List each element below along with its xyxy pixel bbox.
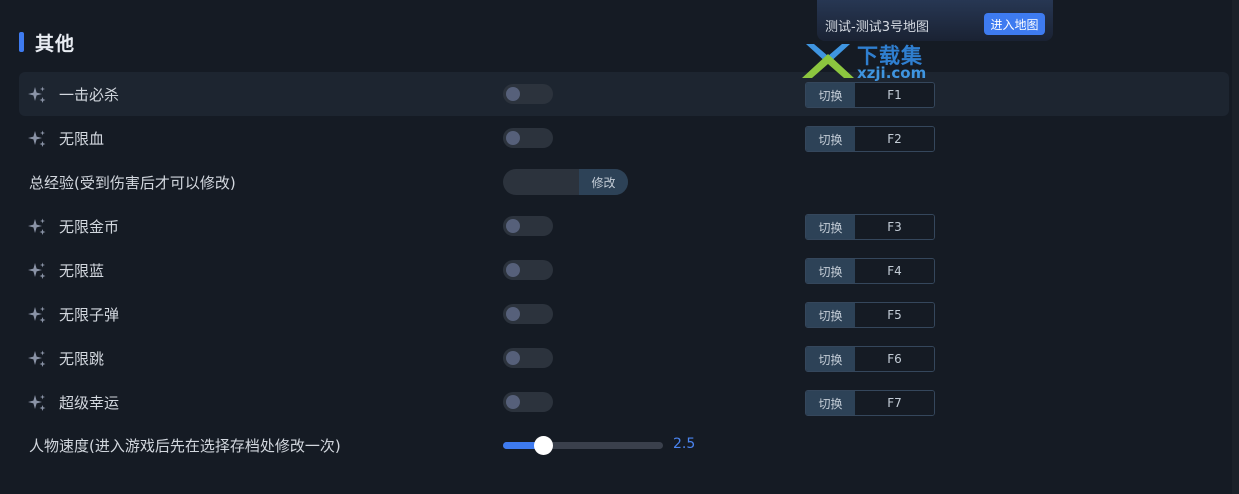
toggle-switch[interactable] — [503, 348, 553, 368]
hotkey-action-button[interactable]: 切换 — [806, 259, 855, 283]
cheat-label: 无限子弹 — [59, 305, 120, 324]
hotkey-action-button[interactable]: 切换 — [806, 215, 855, 239]
toggle-knob — [506, 87, 520, 101]
cheat-label: 无限跳 — [59, 349, 105, 368]
sparkle-icon — [28, 394, 46, 411]
scrollbar[interactable] — [1232, 0, 1239, 494]
cheat-row-total-exp: 总经验(受到伤害后才可以修改) 修改 — [19, 160, 1229, 204]
cheat-row-character-speed: 人物速度(进入游戏后先在选择存档处修改一次) 2.5 — [19, 423, 1229, 467]
hotkey-control: 切换 F4 — [805, 258, 935, 284]
slider-thumb[interactable] — [534, 436, 553, 455]
toggle-switch[interactable] — [503, 304, 553, 324]
cheat-row-infinite-health: 无限血 切换 F2 — [19, 116, 1229, 160]
cheat-row-infinite-jump: 无限跳 切换 F6 — [19, 336, 1229, 380]
hotkey-action-button[interactable]: 切换 — [806, 391, 855, 415]
hotkey-key-field[interactable]: F6 — [855, 347, 934, 371]
hotkey-control: 切换 F7 — [805, 390, 935, 416]
cheat-label: 无限血 — [59, 129, 105, 148]
hotkey-action-button[interactable]: 切换 — [806, 127, 855, 151]
hotkey-key-field[interactable]: F3 — [855, 215, 934, 239]
hotkey-key-field[interactable]: F4 — [855, 259, 934, 283]
cheat-label: 无限金币 — [59, 217, 120, 236]
cheat-row-infinite-mana: 无限蓝 切换 F4 — [19, 248, 1229, 292]
hotkey-control: 切换 F1 — [805, 82, 935, 108]
hotkey-action-button[interactable]: 切换 — [806, 347, 855, 371]
hotkey-key-field[interactable]: F5 — [855, 303, 934, 327]
toggle-knob — [506, 219, 520, 233]
hotkey-control: 切换 F5 — [805, 302, 935, 328]
sparkle-icon — [28, 262, 46, 279]
modify-button[interactable]: 修改 — [579, 169, 628, 195]
section-title: 其他 — [35, 32, 76, 55]
toggle-switch[interactable] — [503, 84, 553, 104]
toggle-knob — [506, 263, 520, 277]
cheat-row-infinite-ammo: 无限子弹 切换 F5 — [19, 292, 1229, 336]
hotkey-key-field[interactable]: F7 — [855, 391, 934, 415]
map-name: 测试-测试3号地图 — [825, 20, 929, 35]
hotkey-control: 切换 F3 — [805, 214, 935, 240]
sparkle-icon — [28, 306, 46, 323]
section-accent-bar — [19, 32, 24, 52]
toggle-switch[interactable] — [503, 216, 553, 236]
toggle-knob — [506, 395, 520, 409]
download-arrow-icon — [802, 44, 854, 78]
toggle-switch[interactable] — [503, 392, 553, 412]
section-header: 其他 — [19, 30, 76, 55]
slider-value: 2.5 — [673, 436, 696, 452]
toggle-switch[interactable] — [503, 260, 553, 280]
sparkle-icon — [28, 218, 46, 235]
hotkey-key-field[interactable]: F2 — [855, 127, 934, 151]
cheat-row-one-hit-kill: 一击必杀 切换 F1 — [19, 72, 1229, 116]
speed-slider[interactable] — [503, 436, 663, 455]
toggle-switch[interactable] — [503, 128, 553, 148]
map-panel: 测试-测试3号地图 进入地图 — [817, 0, 1053, 41]
cheat-label: 无限蓝 — [59, 261, 105, 280]
hotkey-key-field[interactable]: F1 — [855, 83, 934, 107]
cheat-row-super-luck: 超级幸运 切换 F7 — [19, 380, 1229, 424]
toggle-knob — [506, 131, 520, 145]
trainer-panel: 其他 一击必杀 切换 F1 无限血 切换 F2 总经验(受到伤害后才可以修改) — [0, 0, 1239, 494]
watermark-url: xzji.com — [857, 64, 927, 82]
sparkle-icon — [28, 350, 46, 367]
watermark-logo: 下载集 xzji.com — [800, 40, 940, 82]
hotkey-control: 切换 F6 — [805, 346, 935, 372]
sparkle-icon — [28, 130, 46, 147]
hotkey-action-button[interactable]: 切换 — [806, 303, 855, 327]
enter-map-button[interactable]: 进入地图 — [984, 13, 1045, 35]
cheat-label: 超级幸运 — [59, 393, 120, 412]
toggle-knob — [506, 307, 520, 321]
cheat-row-infinite-gold: 无限金币 切换 F3 — [19, 204, 1229, 248]
hotkey-action-button[interactable]: 切换 — [806, 83, 855, 107]
cheat-label: 人物速度(进入游戏后先在选择存档处修改一次) — [29, 436, 341, 455]
hotkey-control: 切换 F2 — [805, 126, 935, 152]
toggle-knob — [506, 351, 520, 365]
cheat-label: 一击必杀 — [59, 85, 120, 104]
cheat-label: 总经验(受到伤害后才可以修改) — [29, 173, 236, 192]
sparkle-icon — [28, 86, 46, 103]
